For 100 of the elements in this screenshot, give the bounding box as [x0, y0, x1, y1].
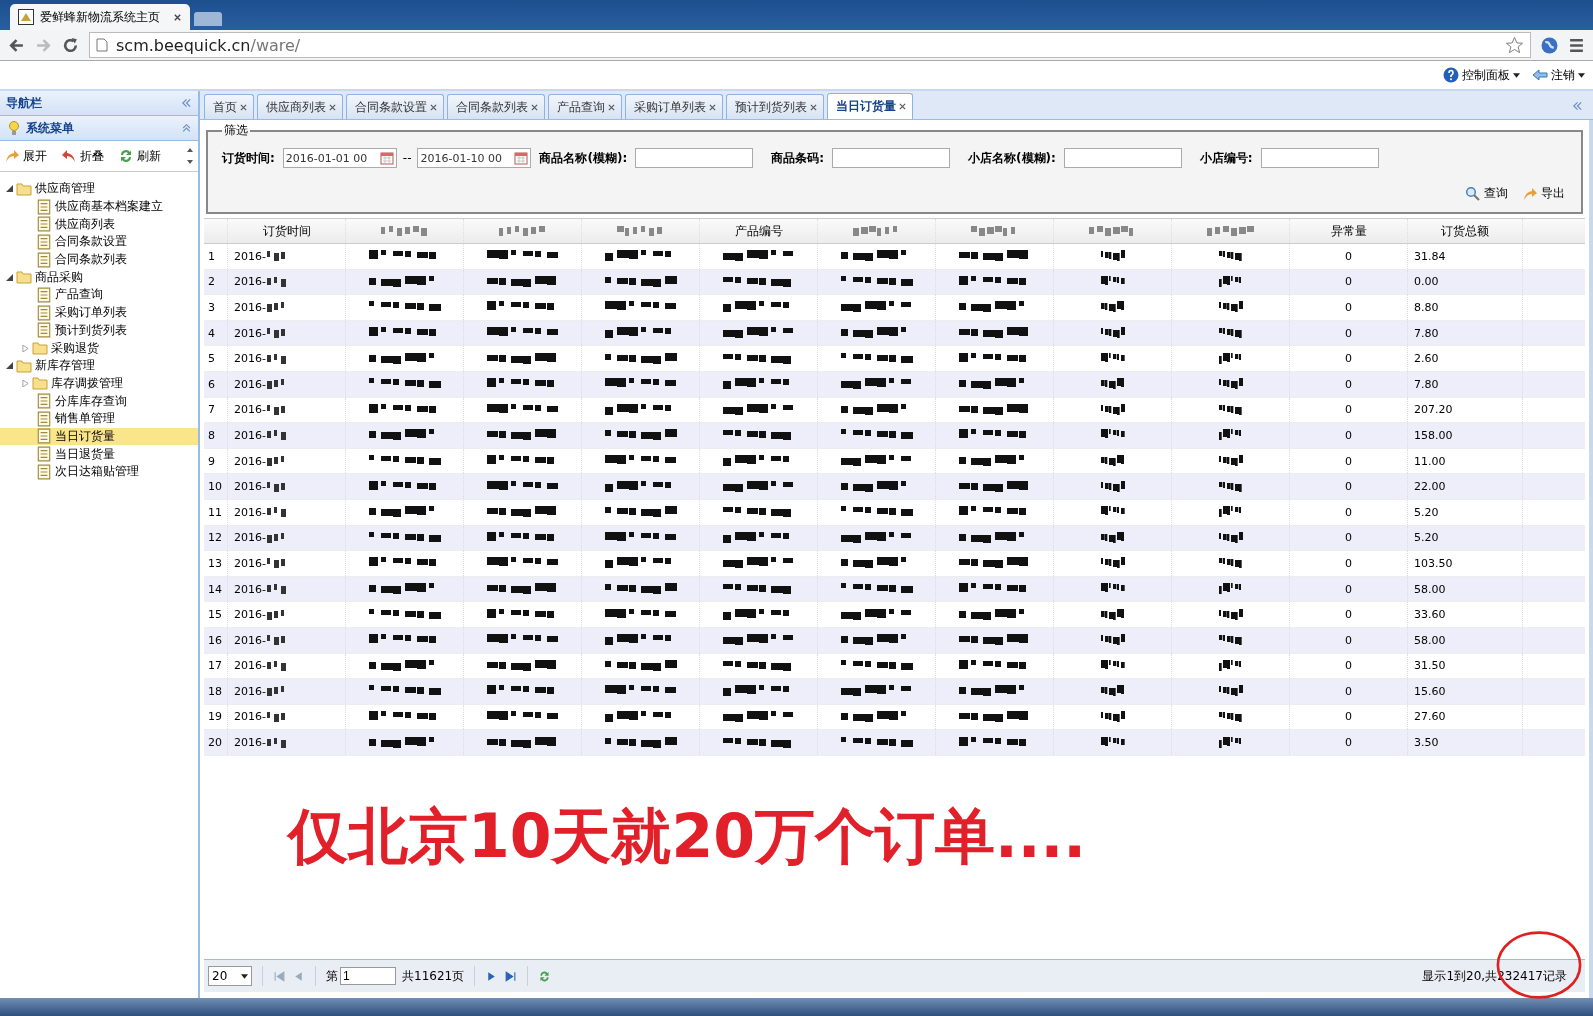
reload-icon[interactable]	[62, 36, 79, 54]
table-row[interactable]: 2 2016- 0 0.00	[204, 269, 1585, 296]
curved-arrow-icon	[4, 148, 20, 164]
tree-item[interactable]: 合同条款设置	[0, 233, 198, 251]
page-tab[interactable]: 首页	[204, 94, 254, 119]
menu-icon[interactable]	[1568, 36, 1585, 54]
tool-button[interactable]: 折叠	[61, 147, 104, 165]
page-input[interactable]: 1	[340, 967, 396, 985]
close-icon[interactable]	[240, 103, 247, 111]
tree-item[interactable]: 采购订单列表	[0, 303, 198, 322]
table-row[interactable]: 12 2016- 0 5.20	[204, 525, 1585, 552]
collapse-right-icon[interactable]	[1572, 101, 1583, 111]
table-cell: 0	[1345, 608, 1352, 622]
table-row[interactable]: 8 2016- 0 158.00	[204, 423, 1585, 449]
close-icon[interactable]	[709, 103, 716, 111]
tool-button[interactable]: 展开	[4, 147, 47, 165]
curved-arrow-icon	[1522, 185, 1538, 202]
close-icon[interactable]	[531, 103, 538, 111]
table-row[interactable]: 3 2016- 0 8.80	[204, 295, 1585, 321]
star-icon[interactable]	[1505, 35, 1524, 55]
table-cell: 2016-	[234, 454, 266, 468]
tree-folder[interactable]: 库存调拨管理	[0, 374, 198, 393]
page-tab[interactable]: 采购订单列表	[625, 94, 723, 119]
table-row[interactable]: 6 2016- 0 7.80	[204, 371, 1585, 398]
header-menu[interactable]: 控制面板	[1443, 66, 1520, 84]
pixelated-text	[1206, 226, 1255, 236]
tree-folder[interactable]: 采购退货	[0, 339, 198, 357]
pixelated-text	[266, 532, 287, 543]
tree-folder[interactable]: 新库存管理	[0, 356, 198, 375]
table-row[interactable]: 1 2016- 0 31.84	[204, 244, 1585, 270]
back-icon[interactable]	[8, 36, 25, 54]
page-tab[interactable]: 供应商列表	[257, 94, 343, 119]
close-icon[interactable]	[810, 103, 817, 111]
pixelated-text	[266, 302, 287, 313]
close-icon[interactable]	[329, 103, 336, 111]
column-header[interactable]: 异常量	[1330, 222, 1367, 240]
tree-item[interactable]: 销售单管理	[0, 409, 198, 428]
tree-item[interactable]: 预计到货列表	[0, 321, 198, 340]
tree-item[interactable]: 当日退货量	[0, 445, 198, 463]
page-tab[interactable]: 预计到货列表	[726, 94, 824, 119]
tree-item[interactable]: 当日订货量	[0, 427, 198, 446]
tree-folder[interactable]: 商品采购	[0, 268, 198, 287]
column-header[interactable]: 订货总额	[1441, 222, 1489, 240]
tree-item[interactable]: 次日达箱贴管理	[0, 463, 198, 481]
page-tab[interactable]: 合同条款列表	[447, 94, 545, 119]
tree-item[interactable]: 供应商基本档案建立	[0, 197, 198, 216]
close-icon[interactable]	[608, 103, 615, 111]
page-tab[interactable]: 合同条款设置	[346, 94, 444, 119]
table-row[interactable]: 14 2016- 0 58.00	[204, 576, 1585, 603]
browser-tab[interactable]: 爱鲜蜂新物流系统主页	[10, 4, 190, 30]
collapse-up-icon[interactable]	[181, 123, 192, 133]
filter-button[interactable]: 查询	[1465, 185, 1508, 202]
page-tab[interactable]: 产品查询	[548, 94, 622, 119]
tree-folder[interactable]: 供应商管理	[0, 180, 198, 198]
table-row[interactable]: 4 2016- 0 7.80	[204, 320, 1585, 347]
date-field[interactable]: 2016-01-01 00	[282, 148, 397, 168]
table-row[interactable]: 20 2016- 0 3.50	[204, 730, 1585, 756]
refresh-icon[interactable]	[538, 969, 552, 983]
table-row[interactable]: 13 2016- 0 103.50	[204, 551, 1585, 577]
globe-icon[interactable]	[1541, 36, 1558, 54]
date-field[interactable]: 2016-01-10 00	[417, 148, 532, 168]
expanded-triangle-icon[interactable]	[6, 273, 13, 281]
close-icon[interactable]	[430, 103, 437, 111]
filter-button[interactable]: 导出	[1522, 185, 1565, 202]
row-number: 6	[208, 377, 215, 391]
text-field[interactable]	[1260, 148, 1379, 168]
table-row[interactable]: 18 2016- 0 15.60	[204, 679, 1585, 705]
text-field[interactable]	[1063, 148, 1182, 168]
collapse-left-icon[interactable]	[181, 98, 192, 108]
close-icon[interactable]	[173, 12, 182, 22]
tree-item[interactable]: 合同条款列表	[0, 250, 198, 269]
undo-arrow-icon	[61, 148, 77, 164]
address-bar[interactable]: scm.beequick.cn/ware/	[89, 32, 1531, 58]
table-row[interactable]: 5 2016- 0 2.60	[204, 346, 1585, 372]
tree-item[interactable]: 产品查询	[0, 286, 198, 304]
table-cell: 0	[1345, 710, 1352, 724]
tree-item[interactable]: 分库库存查询	[0, 392, 198, 410]
document-icon	[36, 410, 52, 427]
column-header[interactable]: 产品编号	[734, 222, 783, 240]
table-cell: 31.84	[1414, 249, 1446, 263]
header-menu[interactable]: 注销	[1532, 66, 1585, 84]
text-field[interactable]	[832, 148, 951, 168]
tree-item[interactable]: 供应商列表	[0, 215, 198, 234]
expanded-triangle-icon[interactable]	[6, 185, 13, 193]
section-header[interactable]: 系统菜单	[0, 116, 198, 141]
column-header[interactable]: 订货时间	[262, 222, 311, 240]
last-page-icon[interactable]	[504, 969, 518, 983]
expanded-triangle-icon[interactable]	[6, 362, 13, 370]
tool-button[interactable]: 刷新	[118, 147, 161, 165]
table-row[interactable]: 11 2016- 0 5.20	[204, 499, 1585, 526]
table-row[interactable]: 10 2016- 0 22.00	[204, 474, 1585, 500]
table-row[interactable]: 15 2016- 0 33.60	[204, 602, 1585, 628]
page-tab[interactable]: 当日订货量	[827, 93, 913, 119]
page-size-select[interactable]: 20	[208, 966, 252, 986]
calendar-icon[interactable]	[379, 151, 394, 165]
close-icon[interactable]	[899, 103, 906, 110]
table-row[interactable]: 16 2016- 0 58.00	[204, 627, 1585, 654]
calendar-icon[interactable]	[514, 151, 529, 165]
text-field[interactable]	[635, 148, 754, 168]
scroll-arrows-icon[interactable]	[186, 146, 194, 166]
